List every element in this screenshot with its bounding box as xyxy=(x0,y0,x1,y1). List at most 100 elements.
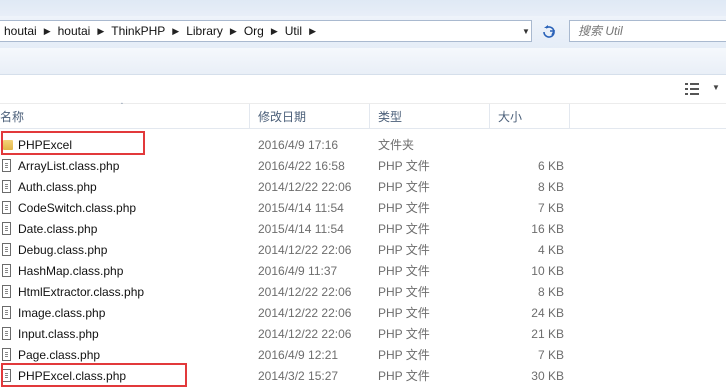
breadcrumb-separator-icon[interactable]: ▶ xyxy=(42,26,53,37)
breadcrumb-util[interactable]: Util xyxy=(280,24,307,38)
file-type: PHP 文件 xyxy=(378,201,430,215)
file-type: PHP 文件 xyxy=(378,222,430,236)
title-bar-strip xyxy=(0,0,726,16)
refresh-button[interactable] xyxy=(538,20,560,42)
file-type: PHP 文件 xyxy=(378,243,430,257)
address-row: houtai ▶ houtai ▶ ThinkPHP ▶ Library ▶ O… xyxy=(0,16,726,48)
file-row[interactable]: HashMap.class.php 2016/4/9 11:37 PHP 文件 10 … xyxy=(0,261,726,282)
column-header-type[interactable]: 类型 xyxy=(370,104,490,128)
file-row[interactable]: ArrayList.class.php 2016/4/22 16:58 PHP 文件… xyxy=(0,156,726,177)
view-options-icon[interactable] xyxy=(685,81,705,97)
file-name: Auth.class.php xyxy=(18,180,97,194)
file-type: PHP 文件 xyxy=(378,159,430,173)
file-size: 30 KB xyxy=(531,369,564,383)
file-row[interactable]: Image.class.php 2014/12/22 22:06 PHP 文件 24 … xyxy=(0,303,726,324)
php-file-icon xyxy=(2,159,11,172)
refresh-icon xyxy=(543,25,556,38)
column-header-date-label: 修改日期 xyxy=(258,109,307,124)
php-file-icon xyxy=(2,222,11,235)
file-row[interactable]: CodeSwitch.class.php 2015/4/14 11:54 PHP 文… xyxy=(0,198,726,219)
php-file-icon xyxy=(2,285,11,298)
file-size: 8 KB xyxy=(537,180,564,194)
command-toolbar xyxy=(0,48,726,75)
column-header-size[interactable]: 大小 xyxy=(490,104,570,128)
file-row[interactable]: Date.class.php 2015/4/14 11:54 PHP 文件 16 KB xyxy=(0,219,726,240)
php-file-icon xyxy=(2,327,11,340)
file-size: 24 KB xyxy=(531,306,564,320)
file-name: ArrayList.class.php xyxy=(18,159,120,173)
breadcrumb-thinkphp[interactable]: ThinkPHP xyxy=(106,24,170,38)
file-name: Date.class.php xyxy=(18,222,98,236)
php-file-icon xyxy=(2,306,11,319)
file-row[interactable]: Auth.class.php 2014/12/22 22:06 PHP 文件 8 KB xyxy=(0,177,726,198)
file-type: PHP 文件 xyxy=(378,306,430,320)
column-header-name-label: 名称 xyxy=(0,109,25,124)
file-type: PHP 文件 xyxy=(378,285,430,299)
column-header-size-label: 大小 xyxy=(498,109,523,124)
file-row[interactable]: Input.class.php 2014/12/22 22:06 PHP 文件 21 … xyxy=(0,324,726,345)
file-row[interactable]: PHPExcel.class.php 2014/3/2 15:27 PHP 文件 30… xyxy=(0,363,726,387)
file-name: CodeSwitch.class.php xyxy=(18,201,137,215)
address-history-button[interactable]: ▼ xyxy=(519,20,533,42)
file-date: 2014/12/22 22:06 xyxy=(258,306,352,320)
breadcrumb-library[interactable]: Library xyxy=(181,24,228,38)
chevron-down-icon[interactable]: ▼ xyxy=(712,83,720,92)
file-type: PHP 文件 xyxy=(378,327,430,341)
chevron-down-icon: ▼ xyxy=(522,26,530,36)
file-date: 2014/12/22 22:06 xyxy=(258,180,352,194)
column-header-date[interactable]: 修改日期 xyxy=(250,104,370,128)
folder-row[interactable]: PHPExcel 2016/4/9 17:16 文件夹 xyxy=(0,131,726,156)
file-row[interactable]: HtmlExtractor.class.php 2014/12/22 22:06 P… xyxy=(0,282,726,303)
file-date: 2015/4/14 11:54 xyxy=(258,201,344,215)
file-size: 21 KB xyxy=(531,327,564,341)
file-size xyxy=(498,135,564,156)
file-size: 8 KB xyxy=(537,285,564,299)
breadcrumb-houtai-1[interactable]: houtai xyxy=(0,24,42,38)
file-date: 2016/4/9 12:21 xyxy=(258,348,339,362)
breadcrumb-separator-icon[interactable]: ▶ xyxy=(228,26,239,37)
file-type: 文件夹 xyxy=(378,138,415,152)
breadcrumb-houtai-2[interactable]: houtai xyxy=(53,24,96,38)
file-row[interactable]: Page.class.php 2016/4/9 12:21 PHP 文件 7 KB xyxy=(0,345,726,366)
breadcrumb-org[interactable]: Org xyxy=(239,24,269,38)
file-name: Input.class.php xyxy=(18,327,99,341)
php-file-icon xyxy=(2,369,11,382)
php-file-icon xyxy=(2,243,11,256)
file-size: 7 KB xyxy=(537,201,564,215)
file-size: 10 KB xyxy=(531,264,564,278)
file-name: HtmlExtractor.class.php xyxy=(18,285,145,299)
address-bar[interactable]: houtai ▶ houtai ▶ ThinkPHP ▶ Library ▶ O… xyxy=(0,20,532,42)
folder-icon xyxy=(3,140,13,150)
file-date: 2015/4/14 11:54 xyxy=(258,222,344,236)
file-name: HashMap.class.php xyxy=(18,264,124,278)
file-date: 2016/4/9 17:16 xyxy=(258,138,339,152)
file-name: PHPExcel.class.php xyxy=(18,369,127,383)
file-name: Debug.class.php xyxy=(18,243,108,257)
breadcrumb-separator-icon[interactable]: ▶ xyxy=(95,26,106,37)
php-file-icon xyxy=(2,264,11,277)
file-date: 2014/12/22 22:06 xyxy=(258,327,352,341)
file-size: 16 KB xyxy=(531,222,564,236)
php-file-icon xyxy=(2,180,11,193)
breadcrumb-separator-icon[interactable]: ▶ xyxy=(269,26,280,37)
file-date: 2016/4/22 16:58 xyxy=(258,159,345,173)
column-header-name[interactable]: 名称 xyxy=(0,104,250,128)
file-type: PHP 文件 xyxy=(378,180,430,194)
file-size: 7 KB xyxy=(537,348,564,362)
file-list: PHPExcel 2016/4/9 17:16 文件夹 ArrayList.class… xyxy=(0,131,726,387)
file-name: PHPExcel xyxy=(18,138,73,152)
file-date: 2014/12/22 22:06 xyxy=(258,243,352,257)
column-header-row: 名称 修改日期 类型 大小 xyxy=(0,104,726,129)
file-date: 2014/12/22 22:06 xyxy=(258,285,352,299)
php-file-icon xyxy=(2,201,11,214)
file-type: PHP 文件 xyxy=(378,348,430,362)
breadcrumb-separator-icon[interactable]: ▶ xyxy=(170,26,181,37)
file-type: PHP 文件 xyxy=(378,264,430,278)
file-row[interactable]: Debug.class.php 2014/12/22 22:06 PHP 文件 4 K… xyxy=(0,240,726,261)
search-input[interactable] xyxy=(569,20,726,42)
file-name: Page.class.php xyxy=(18,348,101,362)
file-date: 2014/3/2 15:27 xyxy=(258,369,339,383)
breadcrumb-separator-icon[interactable]: ▶ xyxy=(307,26,318,37)
file-name: Image.class.php xyxy=(18,306,106,320)
column-header-type-label: 类型 xyxy=(378,109,403,124)
